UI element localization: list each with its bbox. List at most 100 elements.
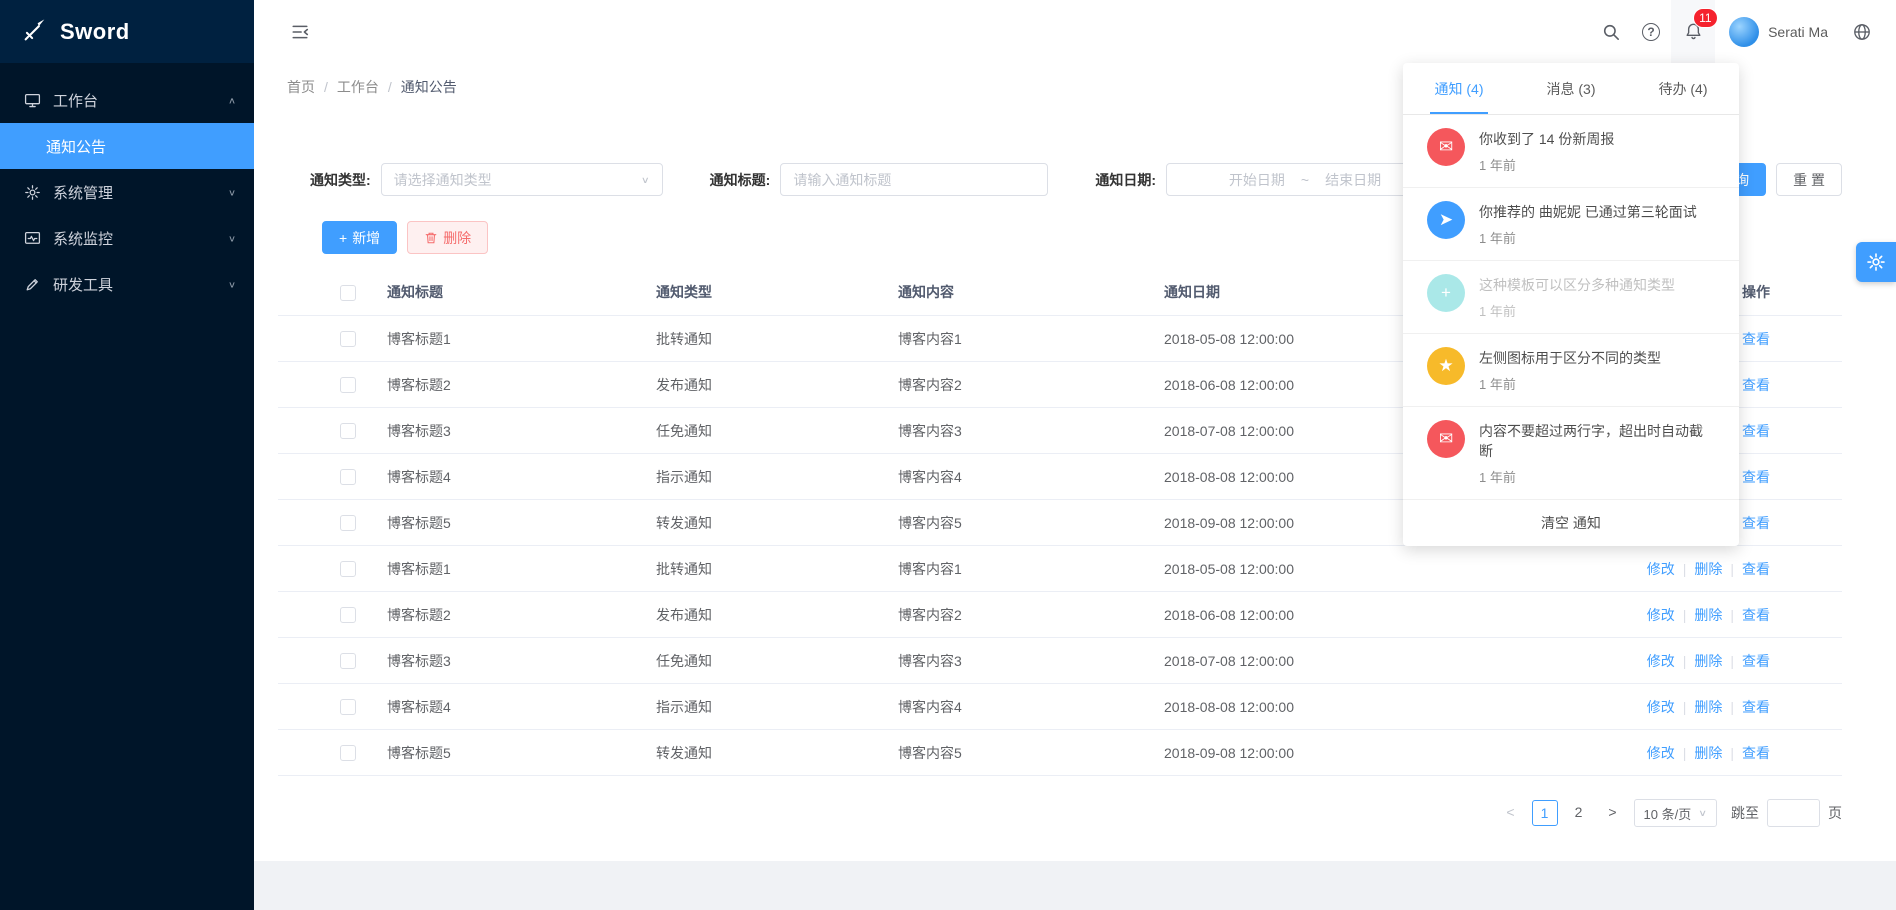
action-edit-link[interactable]: 修改 (1647, 699, 1675, 715)
notification-tab-0[interactable]: 通知 (4) (1403, 63, 1515, 114)
page-size-value: 10 条/页 (1644, 804, 1692, 823)
row-checkbox[interactable] (340, 653, 356, 669)
chevron-down-icon: ∨ (641, 174, 650, 185)
delete-button[interactable]: 删除 (407, 221, 488, 254)
sidebar: Sword 工作台∧通知公告系统管理∨系统监控∨研发工具∨ (0, 0, 254, 910)
cell-notice-title: 博客标题1 (387, 329, 656, 349)
notification-time: 1 年前 (1479, 228, 1697, 247)
next-page-icon[interactable]: > (1600, 800, 1626, 826)
notifications-bell[interactable]: 11 (1671, 0, 1715, 63)
row-checkbox[interactable] (340, 423, 356, 439)
action-separator: | (1683, 561, 1687, 577)
action-delete-link[interactable]: 删除 (1694, 653, 1722, 669)
sidebar-item-dev-tools[interactable]: 研发工具∨ (0, 261, 254, 307)
plus-icon: + (339, 230, 347, 246)
action-edit-link[interactable]: 修改 (1647, 607, 1675, 623)
sidebar-subitem-notice[interactable]: 通知公告 (0, 123, 254, 169)
action-view-link[interactable]: 查看 (1742, 331, 1770, 347)
notification-item[interactable]: +这种模板可以区分多种通知类型1 年前 (1403, 261, 1739, 334)
page-unit-label: 页 (1828, 803, 1842, 823)
breadcrumb-workbench[interactable]: 工作台 (337, 77, 401, 97)
sidebar-item-system-management[interactable]: 系统管理∨ (0, 169, 254, 215)
clear-notifications-button[interactable]: 清空 通知 (1403, 500, 1739, 546)
notification-item[interactable]: ✉你收到了 14 份新周报1 年前 (1403, 115, 1739, 188)
action-view-link[interactable]: 查看 (1742, 745, 1770, 761)
action-edit-link[interactable]: 修改 (1647, 653, 1675, 669)
sidebar-item-workbench[interactable]: 工作台∧ (0, 77, 254, 123)
action-view-link[interactable]: 查看 (1742, 469, 1770, 485)
notice-type-select[interactable]: 请选择通知类型 ∨ (381, 163, 663, 196)
row-checkbox[interactable] (340, 377, 356, 393)
action-view-link[interactable]: 查看 (1742, 653, 1770, 669)
notification-item[interactable]: ✉内容不要超过两行字，超出时自动截断1 年前 (1403, 407, 1739, 500)
page-button-2[interactable]: 2 (1566, 800, 1592, 826)
chevron-up-icon: ∧ (228, 95, 236, 105)
app-title: Sword (60, 19, 130, 45)
sidebar-item-system-monitor[interactable]: 系统监控∨ (0, 215, 254, 261)
select-all-checkbox[interactable] (340, 285, 356, 301)
row-checkbox[interactable] (340, 745, 356, 761)
action-edit-link[interactable]: 修改 (1647, 745, 1675, 761)
row-checkbox[interactable] (340, 515, 356, 531)
question-mark-icon: ? (1642, 23, 1660, 41)
cell-notice-content: 博客内容3 (898, 651, 1164, 671)
cell-notice-type: 指示通知 (656, 467, 898, 487)
page-button-1[interactable]: 1 (1532, 800, 1558, 826)
plus-icon: + (1427, 274, 1465, 312)
action-separator: | (1683, 699, 1687, 715)
notification-list: ✉你收到了 14 份新周报1 年前➤你推荐的 曲妮妮 已通过第三轮面试1 年前+… (1403, 115, 1739, 500)
notification-item[interactable]: ★左侧图标用于区分不同的类型1 年前 (1403, 334, 1739, 407)
row-checkbox[interactable] (340, 607, 356, 623)
search-icon[interactable] (1591, 0, 1631, 63)
row-checkbox[interactable] (340, 469, 356, 485)
action-view-link[interactable]: 查看 (1742, 423, 1770, 439)
user-menu[interactable]: Serati Ma (1715, 0, 1842, 63)
page-size-select[interactable]: 10 条/页 ∨ (1634, 799, 1717, 827)
action-delete-link[interactable]: 删除 (1694, 699, 1722, 715)
topbar-actions: ? 11 Serati Ma (1591, 0, 1882, 63)
notification-body: 内容不要超过两行字，超出时自动截断1 年前 (1479, 420, 1715, 486)
cell-notice-title: 博客标题4 (387, 697, 656, 717)
notification-tab-1[interactable]: 消息 (3) (1515, 63, 1627, 114)
menu-fold-icon[interactable] (280, 0, 320, 63)
action-view-link[interactable]: 查看 (1742, 607, 1770, 623)
cell-actions: 修改|删除|查看 (1464, 651, 1770, 671)
breadcrumb-home[interactable]: 首页 (287, 77, 337, 97)
sidebar-menu: 工作台∧通知公告系统管理∨系统监控∨研发工具∨ (0, 63, 254, 307)
notification-badge: 11 (1694, 9, 1716, 27)
notification-item[interactable]: ➤你推荐的 曲妮妮 已通过第三轮面试1 年前 (1403, 188, 1739, 261)
username: Serati Ma (1768, 24, 1828, 40)
action-delete-link[interactable]: 删除 (1694, 561, 1722, 577)
sidebar-item-label: 研发工具 (53, 274, 228, 295)
row-checkbox-cell (340, 698, 387, 715)
help-icon[interactable]: ? (1631, 0, 1671, 63)
add-button[interactable]: + 新增 (322, 221, 397, 254)
notification-time: 1 年前 (1479, 301, 1675, 320)
cell-notice-title: 博客标题3 (387, 651, 656, 671)
row-checkbox[interactable] (340, 331, 356, 347)
row-checkbox[interactable] (340, 561, 356, 577)
cell-actions: 修改|删除|查看 (1464, 743, 1770, 763)
action-delete-link[interactable]: 删除 (1694, 745, 1722, 761)
action-view-link[interactable]: 查看 (1742, 377, 1770, 393)
action-edit-link[interactable]: 修改 (1647, 561, 1675, 577)
column-header: 通知内容 (898, 282, 1164, 302)
jump-page-input[interactable] (1767, 799, 1820, 827)
language-globe-icon[interactable] (1842, 0, 1882, 63)
settings-fab-button[interactable] (1856, 242, 1896, 282)
action-delete-link[interactable]: 删除 (1694, 607, 1722, 623)
notice-title-input[interactable]: 请输入通知标题 (780, 163, 1048, 196)
row-checkbox[interactable] (340, 699, 356, 715)
cell-notice-type: 发布通知 (656, 605, 898, 625)
notification-body: 左侧图标用于区分不同的类型1 年前 (1479, 347, 1661, 393)
action-view-link[interactable]: 查看 (1742, 515, 1770, 531)
row-checkbox-cell (340, 376, 387, 393)
prev-page-icon[interactable]: < (1498, 800, 1524, 826)
cell-notice-date: 2018-05-08 12:00:00 (1164, 561, 1464, 577)
row-checkbox-cell (340, 468, 387, 485)
logo[interactable]: Sword (0, 0, 254, 63)
reset-button[interactable]: 重 置 (1776, 163, 1842, 196)
notification-tab-2[interactable]: 待办 (4) (1627, 63, 1739, 114)
action-view-link[interactable]: 查看 (1742, 699, 1770, 715)
action-view-link[interactable]: 查看 (1742, 561, 1770, 577)
